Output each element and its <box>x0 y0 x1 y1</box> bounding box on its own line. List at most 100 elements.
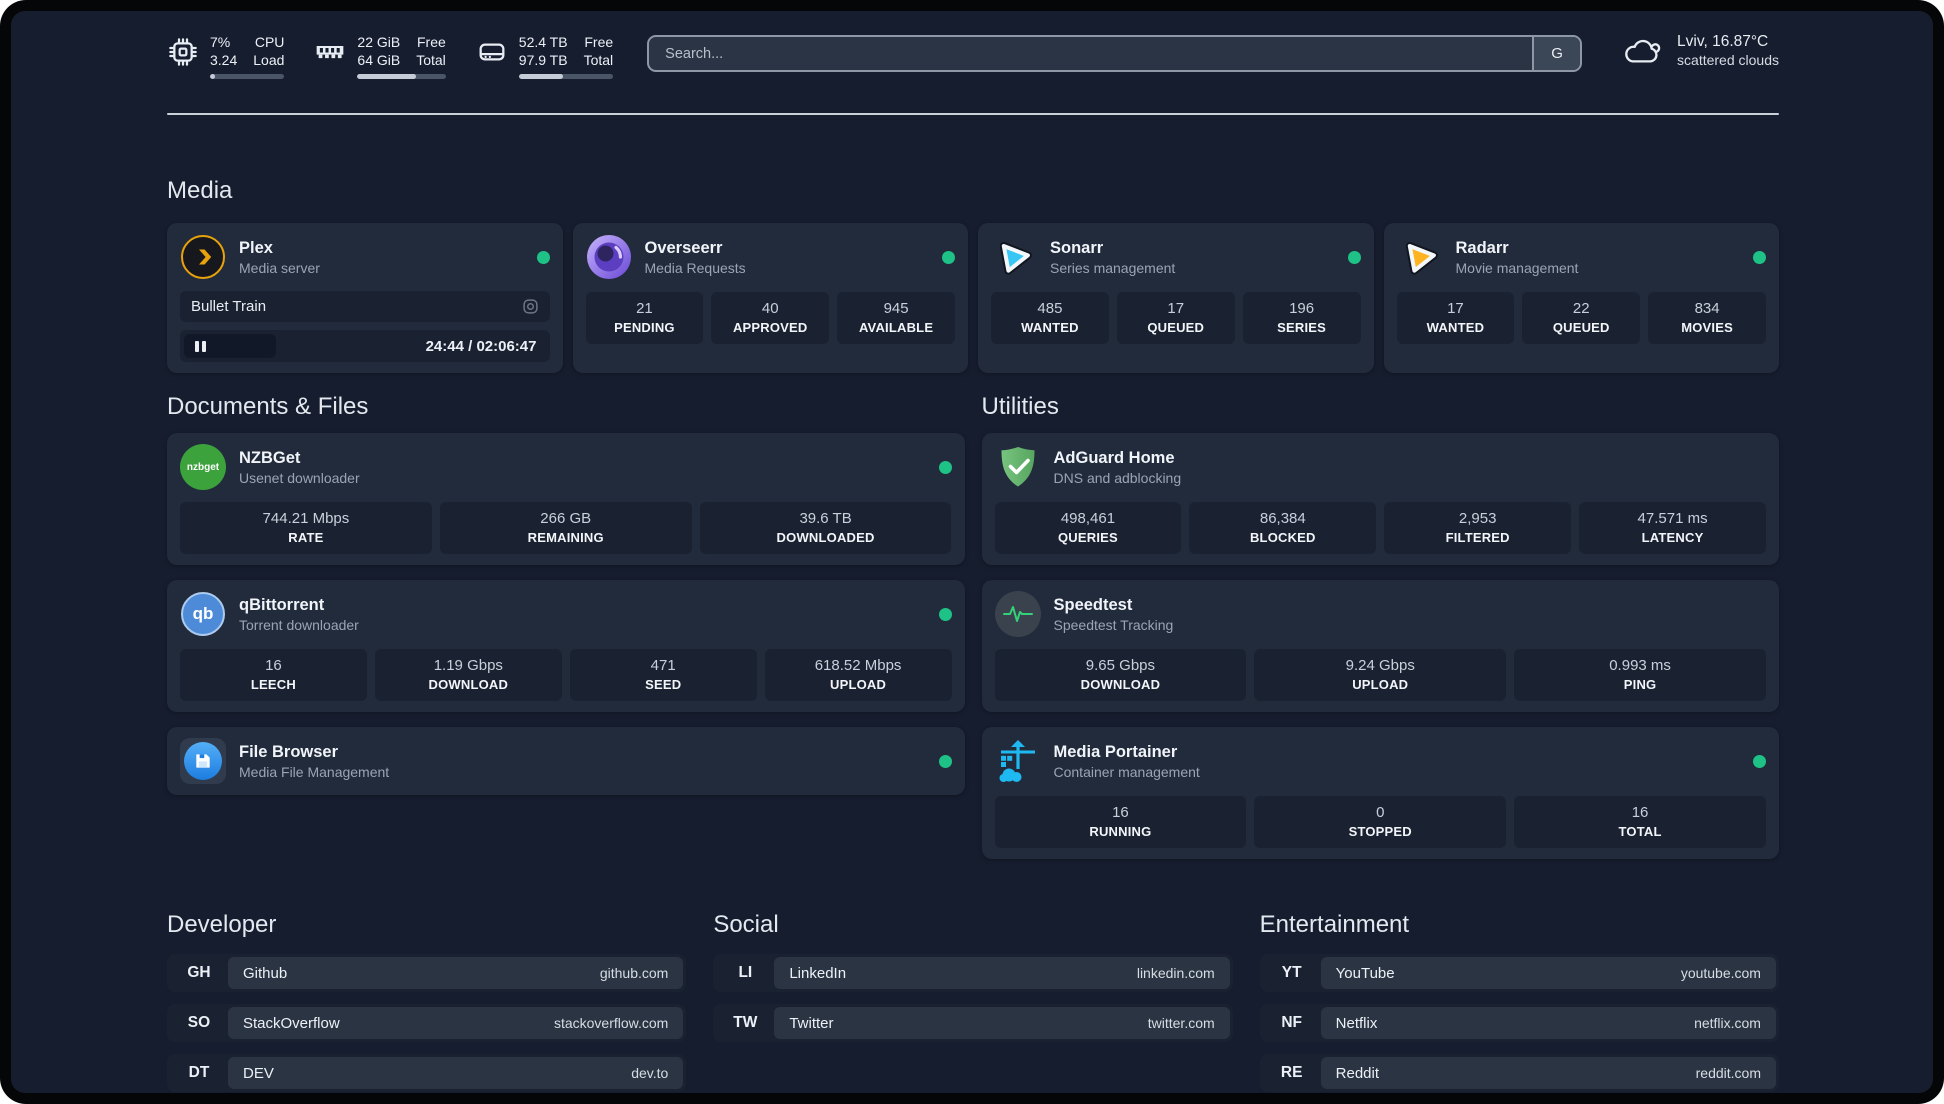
disk-progress <box>518 74 614 80</box>
search-input[interactable] <box>649 37 1533 70</box>
stat-value: 945 <box>883 300 909 318</box>
card-plex[interactable]: Plex Media server Bullet Train 24:44 / 0… <box>167 223 563 374</box>
stat-label: DOWNLOAD <box>1080 677 1161 693</box>
card-filebrowser[interactable]: File Browser Media File Management <box>167 727 965 796</box>
cpu-values: 7% 3.24 <box>210 33 237 69</box>
link-name: Netflix <box>1335 1014 1378 1032</box>
stat-download: 9.65 Gbps DOWNLOAD <box>994 649 1247 702</box>
qbittorrent-badge-text: qb <box>192 604 214 624</box>
card-adguard[interactable]: AdGuard Home DNS and adblocking 498,461 … <box>981 433 1779 566</box>
app-title: NZBGet <box>239 448 301 467</box>
filebrowser-icon <box>180 738 226 785</box>
link-name: LinkedIn <box>789 964 847 982</box>
now-playing-title: Bullet Train <box>191 298 267 316</box>
link-name: DEV <box>243 1064 274 1082</box>
stat-label: LATENCY <box>1641 530 1704 546</box>
qbittorrent-icon: qb <box>180 591 226 637</box>
stat-label: QUERIES <box>1057 530 1118 546</box>
card-qbittorrent[interactable]: qb qBittorrent Torrent downloader 16 LEE… <box>167 580 965 713</box>
search-bar: G <box>647 35 1583 72</box>
card-portainer[interactable]: Media Portainer Container management 16 … <box>981 727 1779 860</box>
link-body: StackOverflow stackoverflow.com <box>228 1007 684 1040</box>
link-body: DEV dev.to <box>228 1057 684 1090</box>
cpu-progress <box>210 74 285 80</box>
link-url: linkedin.com <box>1136 965 1215 982</box>
cpu-stat: 7% 3.24 CPU Load <box>167 33 285 80</box>
link-twitter[interactable]: TW Twitter twitter.com <box>713 1004 1233 1043</box>
memory-progress <box>357 74 446 80</box>
app-subtitle: Movie management <box>1455 259 1579 276</box>
stat-label: APPROVED <box>732 320 808 336</box>
disk-values: 52.4 TB 97.9 TB <box>519 33 568 69</box>
documents-column: Documents & Files nzbget NZBGet Usenet d… <box>167 373 965 859</box>
search-engine-button[interactable]: G <box>1532 37 1581 70</box>
link-github[interactable]: GH Github github.com <box>167 954 687 993</box>
dashboard-page: 7% 3.24 CPU Load 22 GiB 64 GiB Free Tota… <box>11 11 1933 1093</box>
card-speedtest[interactable]: Speedtest Speedtest Tracking 9.65 Gbps D… <box>981 580 1779 713</box>
stat-value: 17 <box>1447 300 1464 318</box>
app-title: File Browser <box>239 742 339 761</box>
section-title-utilities: Utilities <box>981 393 1059 421</box>
stat-label: SERIES <box>1277 320 1327 336</box>
stat-label: PING <box>1623 677 1657 693</box>
pause-button[interactable] <box>184 334 276 359</box>
stat-label: REMAINING <box>527 530 604 546</box>
window-frame: 7% 3.24 CPU Load 22 GiB 64 GiB Free Tota… <box>0 0 1944 1104</box>
stat-queries: 498,461 QUERIES <box>994 502 1182 555</box>
stat-pending: 21 PENDING <box>585 292 704 345</box>
stat-label: STOPPED <box>1348 824 1412 840</box>
link-body: Github github.com <box>228 957 684 990</box>
link-linkedin[interactable]: LI LinkedIn linkedin.com <box>713 954 1233 993</box>
link-netflix[interactable]: NF Netflix netflix.com <box>1259 1004 1779 1043</box>
stat-filtered: 2,953 FILTERED <box>1384 502 1572 555</box>
now-playing-row: Bullet Train <box>180 291 550 323</box>
card-radarr[interactable]: Radarr Movie management 17 WANTED 22 QUE… <box>1383 223 1779 374</box>
app-subtitle: Speedtest Tracking <box>1053 616 1174 633</box>
header-divider <box>167 113 1779 116</box>
status-dot <box>1347 250 1361 264</box>
stat-value: 485 <box>1037 300 1063 318</box>
stat-ping: 0.993 ms PING <box>1514 649 1766 702</box>
app-title: Sonarr <box>1050 238 1104 257</box>
link-youtube[interactable]: YT YouTube youtube.com <box>1259 954 1779 993</box>
entertainment-column: Entertainment YT YouTube youtube.com NF … <box>1259 911 1779 1093</box>
disk-label-top: Free <box>584 34 614 50</box>
stat-value: 21 <box>636 300 653 318</box>
app-title: Radarr <box>1455 238 1509 257</box>
overseerr-icon <box>586 234 632 280</box>
card-overseerr[interactable]: Overseerr Media Requests 21 PENDING 40 A… <box>572 223 968 374</box>
stat-label: SEED <box>645 677 682 693</box>
link-dev[interactable]: DT DEV dev.to <box>167 1054 687 1093</box>
stat-value: 471 <box>650 657 676 675</box>
link-body: Twitter twitter.com <box>774 1007 1230 1040</box>
stat-leech: 16 LEECH <box>180 649 367 702</box>
stat-available: 945 AVAILABLE <box>837 292 955 345</box>
stat-downloaded: 39.6 TB DOWNLOADED <box>699 502 952 555</box>
pause-icon <box>202 340 206 352</box>
app-title: Speedtest <box>1053 595 1133 614</box>
portainer-icon <box>995 738 1041 784</box>
card-sonarr[interactable]: Sonarr Series management 485 WANTED 17 Q… <box>978 223 1374 374</box>
link-name: StackOverflow <box>243 1014 340 1032</box>
stat-value: 86,384 <box>1259 510 1306 528</box>
stat-download: 1.19 Gbps DOWNLOAD <box>374 649 562 702</box>
disk-stat: 52.4 TB 97.9 TB Free Total <box>476 33 614 80</box>
weather-widget[interactable]: Lviv, 16.87°C scattered clouds <box>1622 33 1779 68</box>
app-title: AdGuard Home <box>1053 448 1175 467</box>
stat-value: 618.52 Mbps <box>814 657 902 675</box>
developer-column: Developer GH Github github.com SO StackO… <box>167 911 687 1093</box>
disk-label-bottom: Total <box>583 52 614 69</box>
status-dot <box>938 754 952 768</box>
app-subtitle: Media Requests <box>644 259 746 276</box>
link-stackoverflow[interactable]: SO StackOverflow stackoverflow.com <box>167 1004 687 1043</box>
link-reddit[interactable]: RE Reddit reddit.com <box>1259 1054 1779 1093</box>
section-title-entertainment: Entertainment <box>1259 911 1410 939</box>
stat-value: 47.571 ms <box>1637 510 1708 528</box>
radarr-icon <box>1397 234 1443 280</box>
link-url: netflix.com <box>1694 1015 1761 1032</box>
card-nzbget[interactable]: nzbget NZBGet Usenet downloader 744.21 M… <box>167 433 965 566</box>
link-abbr: LI <box>738 964 753 982</box>
stat-label: QUEUED <box>1147 320 1205 336</box>
stat-upload: 618.52 Mbps UPLOAD <box>764 649 952 702</box>
cpu-loadavg: 3.24 <box>210 52 238 69</box>
